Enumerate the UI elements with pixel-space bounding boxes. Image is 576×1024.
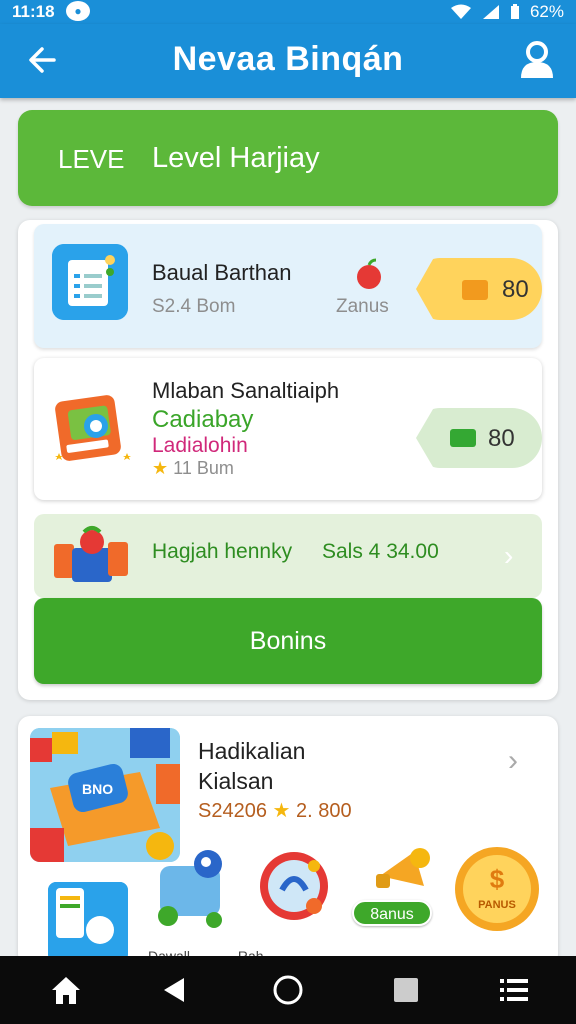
bonus-button[interactable]: Bonins	[34, 598, 542, 684]
wallet-icon	[462, 280, 488, 300]
promo-rating: 2. 800	[296, 800, 352, 822]
reward-value: 80	[502, 276, 529, 303]
task-title: Hagjah hennky	[152, 540, 293, 563]
task-subtitle-green: Cadiabay	[152, 406, 254, 433]
page-title: Nevaa Binqán	[172, 40, 404, 78]
star-icon: ★	[152, 458, 169, 478]
chevron-right-icon[interactable]: ›	[504, 540, 513, 572]
document-icon	[52, 244, 128, 320]
task-panel: Baual Barthan S2.4 Bom Zanus 80 Mlaban S…	[18, 220, 558, 700]
reward-pill[interactable]: 80	[416, 258, 542, 320]
cash-icon	[450, 429, 476, 447]
wifi-icon	[450, 4, 471, 19]
task-meta: ★ 11 Bum	[152, 458, 234, 479]
menu-icon[interactable]	[496, 972, 532, 1008]
battery-text: 62%	[529, 2, 564, 21]
promo-image: BNO	[30, 728, 180, 862]
battery-icon	[510, 4, 519, 19]
promo-image-label: BNO	[82, 781, 113, 797]
horn-icon	[376, 848, 430, 888]
lock-icon	[260, 852, 328, 920]
task-title: Baual Barthan	[152, 260, 292, 285]
task-card[interactable]: Hagjah hennky Sals 4 34.00 ›	[34, 514, 542, 598]
briefcase-icon	[55, 395, 131, 461]
task-subtitle: S2.4 Bom	[152, 296, 236, 317]
task-meta-text: 11 Bum	[173, 458, 234, 478]
promo-price-value: S24206	[198, 800, 267, 822]
status-time: 11:18	[12, 2, 55, 21]
circle-home-icon[interactable]	[270, 972, 306, 1008]
svg-text:$: $	[490, 864, 505, 894]
reward-pill[interactable]: 80	[416, 408, 542, 468]
robot-icon	[158, 850, 222, 928]
apple-icon	[357, 258, 381, 289]
back-triangle-icon[interactable]	[156, 972, 192, 1008]
task-amount: Sals 4 34.00	[322, 540, 439, 563]
coin-label: PANUS	[478, 899, 516, 911]
system-nav-bar	[0, 956, 576, 1024]
signal-icon	[482, 5, 499, 19]
promo-title-line2: Kialsan	[198, 768, 274, 794]
level-label: Level Harjiay	[152, 142, 320, 174]
task-title: Mlaban Sanaltiaiph	[152, 378, 340, 403]
task-bonus-label: Zanus	[336, 296, 389, 317]
star-icon: ★	[272, 800, 291, 822]
level-banner[interactable]: LEVE Level Harjiay	[18, 110, 558, 206]
status-icons: 62%	[450, 2, 564, 22]
bonus-pill[interactable]: 8anus	[352, 900, 432, 926]
task-card[interactable]: Mlaban Sanaltiaiph Cadiabay Ladialohin ★…	[34, 358, 542, 500]
gift-box-icon	[54, 526, 128, 582]
promo-title-line1: Hadikalian	[198, 738, 306, 764]
coin-icon: $ PANUS	[455, 847, 539, 931]
square-recents-icon[interactable]	[388, 972, 424, 1008]
level-tag: LEVE	[58, 144, 125, 174]
app-bar: Nevaa Binqán	[0, 24, 576, 98]
chevron-right-icon[interactable]: ›	[508, 744, 518, 778]
notification-icon: ●	[66, 1, 90, 21]
phone-icon	[48, 882, 128, 962]
promo-price: S24206 ★ 2. 800	[198, 798, 352, 823]
profile-icon[interactable]	[518, 40, 556, 80]
home-icon[interactable]	[48, 972, 84, 1008]
task-card[interactable]: Baual Barthan S2.4 Bom Zanus 80	[34, 224, 542, 348]
status-bar: 11:18 ● 62%	[0, 0, 576, 24]
promo-card[interactable]: BNO Hadikalian Kialsan S24206 ★ 2. 800 ›	[18, 716, 558, 966]
promo-title: Hadikalian Kialsan	[198, 736, 305, 796]
reward-value: 80	[488, 425, 515, 452]
task-subtitle-pink: Ladialohin	[152, 434, 248, 457]
